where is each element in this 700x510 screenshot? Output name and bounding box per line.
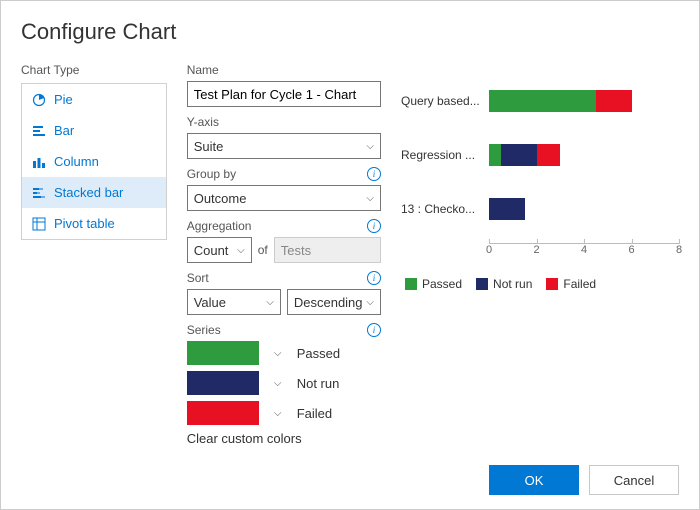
sort-dir-value: Descending <box>294 295 363 310</box>
series-name: Passed <box>297 346 340 361</box>
axis-tick: 8 <box>676 244 682 256</box>
legend-label: Failed <box>563 277 596 291</box>
chart-bar <box>489 198 525 220</box>
chevron-down-icon: ⌵ <box>237 245 245 256</box>
aggregation-label: Aggregation <box>187 219 252 233</box>
groupby-label: Group by <box>187 167 236 181</box>
info-icon[interactable]: i <box>367 219 381 233</box>
series-label: Series <box>187 323 221 337</box>
chart-type-label-text: Bar <box>54 123 74 138</box>
chart-type-bar[interactable]: Bar <box>22 115 166 146</box>
chevron-down-icon: ⌵ <box>274 378 282 389</box>
chart-bar-segment <box>596 90 632 112</box>
pivot-table-icon <box>32 217 46 231</box>
legend-item: Failed <box>546 277 596 291</box>
info-icon[interactable]: i <box>367 323 381 337</box>
aggregation-field: Tests <box>274 237 381 263</box>
sort-dir-select[interactable]: Descending ⌵ <box>287 289 381 315</box>
chart-category-label: 13 : Checko... <box>401 202 489 216</box>
chart-legend: Passed Not run Failed <box>405 277 679 291</box>
info-icon[interactable]: i <box>367 271 381 285</box>
chart-bar-segment <box>489 144 501 166</box>
chart-bar-segment <box>489 198 525 220</box>
aggregation-value: Count <box>194 243 229 258</box>
chart-category-label: Regression ... <box>401 148 489 162</box>
series-color-swatch[interactable] <box>187 341 259 365</box>
yaxis-select[interactable]: Suite ⌵ <box>187 133 381 159</box>
axis-tick: 2 <box>533 244 539 256</box>
chart-x-axis: 0 2 4 6 8 <box>489 243 679 267</box>
yaxis-value: Suite <box>194 139 224 154</box>
yaxis-label: Y-axis <box>187 115 219 129</box>
series-color-dropdown[interactable]: ⌵ <box>269 371 287 395</box>
legend-label: Not run <box>493 277 532 291</box>
groupby-value: Outcome <box>194 191 247 206</box>
info-icon[interactable]: i <box>367 167 381 181</box>
legend-item: Not run <box>476 277 532 291</box>
chart-bar <box>489 144 560 166</box>
legend-swatch <box>546 278 558 290</box>
chart-type-stacked-bar[interactable]: Stacked bar <box>22 177 166 208</box>
chart-bar-segment <box>501 144 537 166</box>
name-label: Name <box>187 63 381 77</box>
chevron-down-icon: ⌵ <box>366 297 374 308</box>
chart-type-label-text: Column <box>54 154 99 169</box>
chart-type-label-text: Pivot table <box>54 216 115 231</box>
chart-preview: Query based... Regression ... 13 : Checko.… <box>401 81 679 291</box>
axis-tick: 4 <box>581 244 587 256</box>
chart-type-label-text: Pie <box>54 92 73 107</box>
chart-type-column[interactable]: Column <box>22 146 166 177</box>
chevron-down-icon: ⌵ <box>366 193 374 204</box>
legend-swatch <box>405 278 417 290</box>
aggregation-of: of <box>258 243 268 257</box>
chevron-down-icon: ⌵ <box>366 141 374 152</box>
chart-category-label: Query based... <box>401 94 489 108</box>
chevron-down-icon: ⌵ <box>266 297 274 308</box>
axis-tick: 0 <box>486 244 492 256</box>
series-color-dropdown[interactable]: ⌵ <box>269 341 287 365</box>
series-name: Not run <box>297 376 340 391</box>
series-name: Failed <box>297 406 332 421</box>
column-icon <box>32 155 46 169</box>
chart-type-label-text: Stacked bar <box>54 185 123 200</box>
chart-type-label: Chart Type <box>21 63 167 77</box>
axis-tick: 6 <box>628 244 634 256</box>
sort-label: Sort <box>187 271 209 285</box>
legend-swatch <box>476 278 488 290</box>
chevron-down-icon: ⌵ <box>274 348 282 359</box>
series-color-swatch[interactable] <box>187 371 259 395</box>
chart-bar <box>489 90 632 112</box>
chart-bar-segment <box>489 90 596 112</box>
cancel-button[interactable]: Cancel <box>589 465 679 495</box>
aggregation-select[interactable]: Count ⌵ <box>187 237 252 263</box>
groupby-select[interactable]: Outcome ⌵ <box>187 185 381 211</box>
stacked-bar-icon <box>32 186 46 200</box>
ok-button[interactable]: OK <box>489 465 579 495</box>
chart-bar-segment <box>537 144 561 166</box>
series-color-dropdown[interactable]: ⌵ <box>269 401 287 425</box>
sort-by-select[interactable]: Value ⌵ <box>187 289 281 315</box>
pie-icon <box>32 93 46 107</box>
dialog-title: Configure Chart <box>21 19 679 45</box>
name-input[interactable] <box>187 81 381 107</box>
bar-icon <box>32 124 46 138</box>
sort-by-value: Value <box>194 295 226 310</box>
legend-label: Passed <box>422 277 462 291</box>
chart-type-list: Pie Bar Column Stacked bar <box>21 83 167 240</box>
chevron-down-icon: ⌵ <box>274 408 282 419</box>
legend-item: Passed <box>405 277 462 291</box>
clear-custom-colors-link[interactable]: Clear custom colors <box>187 431 381 446</box>
chart-type-pie[interactable]: Pie <box>22 84 166 115</box>
chart-type-pivot-table[interactable]: Pivot table <box>22 208 166 239</box>
series-color-swatch[interactable] <box>187 401 259 425</box>
